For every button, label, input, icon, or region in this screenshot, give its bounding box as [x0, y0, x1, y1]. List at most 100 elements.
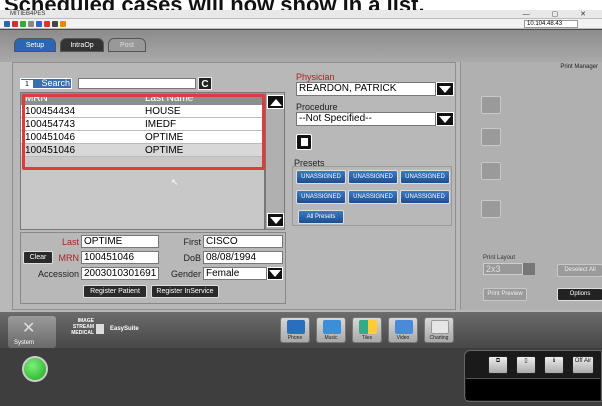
- procedure-dropdown-button[interactable]: [436, 112, 454, 126]
- gender-dropdown-button[interactable]: [267, 267, 283, 280]
- off-air-label: Off Air: [574, 358, 592, 364]
- easysuite-logo: EasySuite: [110, 326, 139, 332]
- dob-field[interactable]: 08/08/1994: [203, 251, 283, 264]
- print-layout-label: Print Layout: [483, 255, 516, 261]
- info-button[interactable]: ℹ: [544, 356, 564, 374]
- patient-list-scrollbar[interactable]: [265, 92, 285, 230]
- mrn-label: MRN: [58, 253, 80, 263]
- window-controls[interactable]: — ▢ ✕: [523, 10, 596, 18]
- print-down-2-button[interactable]: [481, 200, 501, 218]
- tab-post[interactable]: Post: [108, 38, 146, 52]
- brand-image-stream: IMAGE STREAM: [72, 318, 94, 330]
- search-input[interactable]: [78, 78, 196, 89]
- gender-select[interactable]: Female: [203, 267, 267, 280]
- print-up-2-button[interactable]: [481, 128, 501, 146]
- physician-select[interactable]: REARDON, PATRICK: [296, 82, 436, 96]
- search-label: Search: [41, 78, 71, 88]
- document-button[interactable]: ▯: [516, 356, 536, 374]
- window-title: MITIEB4PES: [10, 11, 46, 17]
- tiles-button[interactable]: Tiles: [352, 317, 382, 343]
- image-stream-logo: IMAGE STREAM MEDICAL: [64, 318, 94, 336]
- search-clear-button[interactable]: C: [198, 77, 212, 90]
- browser-toolbar: 10.104.48.43: [0, 19, 602, 29]
- phone-button[interactable]: Phone: [280, 317, 310, 343]
- scroll-down-button[interactable]: [267, 213, 284, 227]
- document-icon: [300, 138, 308, 146]
- refresh-icon[interactable]: [20, 21, 26, 27]
- print-manager-title: Print Manager: [560, 64, 598, 70]
- document-icon: ▯: [524, 358, 528, 364]
- register-patient-button[interactable]: Register Patient: [83, 285, 147, 298]
- back-icon[interactable]: [4, 21, 10, 27]
- clear-button[interactable]: Clear: [23, 251, 53, 264]
- deselect-all-button[interactable]: Deselect All: [557, 264, 602, 277]
- mouse-cursor-icon: ↖: [171, 177, 179, 187]
- triangle-down-icon: [439, 86, 451, 93]
- search-label-box: 1 Search: [20, 78, 72, 89]
- video-label: Video: [396, 335, 410, 341]
- accession-field[interactable]: 2003010301691: [81, 267, 159, 280]
- music-label: Music: [324, 335, 338, 341]
- preset-button[interactable]: UNASSIGNED: [348, 170, 398, 184]
- preset-button[interactable]: UNASSIGNED: [296, 190, 346, 204]
- pause-icon[interactable]: [52, 21, 58, 27]
- caption-strip: Scheduled cases will now show in a list.: [0, 0, 602, 10]
- dob-label: DoB: [183, 253, 201, 263]
- info-icon: ℹ: [552, 358, 556, 364]
- print-preview-button[interactable]: Print Preview: [483, 288, 527, 301]
- procedure-select[interactable]: --Not Specified--: [296, 112, 436, 126]
- all-presets-button[interactable]: All Presets: [298, 210, 344, 224]
- video-button[interactable]: Video: [388, 317, 418, 343]
- procedure-list-button[interactable]: [296, 134, 312, 150]
- triangle-down-icon: [439, 116, 451, 123]
- preset-button[interactable]: UNASSIGNED: [296, 170, 346, 184]
- wrench-icon: ✕: [22, 320, 36, 337]
- system-label: System: [14, 340, 35, 346]
- print-layout-dropdown-icon[interactable]: [523, 263, 535, 275]
- last-name-label: Last: [61, 237, 79, 247]
- tab-setup[interactable]: Setup: [14, 38, 56, 52]
- charting-button[interactable]: Charting: [424, 317, 454, 343]
- triangle-down-icon: [269, 217, 282, 224]
- tiles-icon: [359, 320, 377, 334]
- settings-icon[interactable]: [36, 21, 42, 27]
- off-air-button[interactable]: Off Air: [572, 356, 594, 374]
- logo-mark-icon: [96, 324, 104, 334]
- tab-bar: Setup IntraOp Post: [0, 30, 602, 62]
- home-icon[interactable]: [28, 21, 34, 27]
- first-name-field[interactable]: CISCO: [203, 235, 283, 248]
- patient-details: Last OPTIME First CISCO Clear MRN 100451…: [20, 232, 286, 304]
- preset-button[interactable]: UNASSIGNED: [400, 170, 450, 184]
- physician-dropdown-button[interactable]: [436, 82, 454, 96]
- options-button[interactable]: Options: [557, 288, 602, 301]
- gender-label: Gender: [170, 269, 201, 279]
- register-inservice-button[interactable]: Register InService: [151, 285, 219, 298]
- print-up-button[interactable]: [481, 96, 501, 114]
- help-icon[interactable]: [60, 21, 66, 27]
- triangle-up-icon: [269, 99, 282, 106]
- mrn-field[interactable]: 100451046: [81, 251, 159, 264]
- preset-button[interactable]: UNASSIGNED: [400, 190, 450, 204]
- first-name-label: First: [183, 237, 202, 247]
- scroll-up-button[interactable]: [267, 95, 284, 109]
- highlight-box: [22, 94, 265, 170]
- charting-label: Charting: [429, 335, 449, 341]
- system-button[interactable]: ✕ System: [8, 316, 56, 348]
- music-button[interactable]: Music: [316, 317, 346, 343]
- stop-icon[interactable]: [12, 21, 18, 27]
- phone-icon: [287, 320, 305, 334]
- procedure-label: Procedure: [296, 102, 338, 112]
- phone-label: Phone: [287, 335, 303, 341]
- print-layout-select[interactable]: 2x3: [483, 263, 523, 275]
- address-field[interactable]: 10.104.48.43: [524, 20, 578, 28]
- last-name-field[interactable]: OPTIME: [81, 235, 159, 248]
- preset-button[interactable]: UNASSIGNED: [348, 190, 398, 204]
- status-indicator-icon: [22, 356, 48, 382]
- record-icon[interactable]: [44, 21, 50, 27]
- tab-intraop[interactable]: IntraOp: [60, 38, 104, 52]
- print-down-button[interactable]: [481, 162, 501, 180]
- search-index: 1: [21, 80, 33, 89]
- music-icon: [323, 320, 341, 334]
- accession-label: Accession: [37, 269, 79, 279]
- copy-button[interactable]: ⧉: [488, 356, 508, 374]
